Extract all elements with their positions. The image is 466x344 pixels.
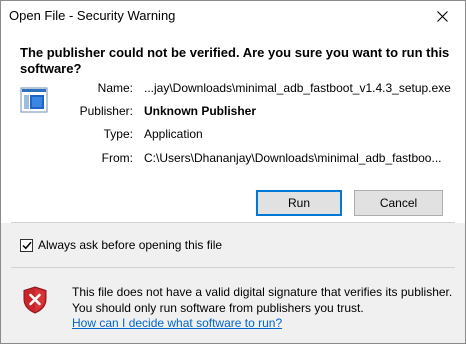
close-button[interactable] [419,1,465,31]
close-icon [436,10,448,22]
always-ask-option[interactable]: Always ask before opening this file [20,237,222,253]
separator [11,222,455,223]
title-bar: Open File - Security Warning [1,1,465,31]
type-value: Application [144,127,203,141]
run-button[interactable]: Run [256,190,342,216]
always-ask-label: Always ask before opening this file [38,238,223,252]
from-value: C:\Users\Dhananjay\Downloads\minimal_adb… [144,151,442,165]
checkmark-icon [21,241,32,249]
cancel-button[interactable]: Cancel [354,190,443,216]
content-panel: The publisher could not be verified. Are… [1,31,465,223]
name-label: Name: [97,81,133,95]
window-title: Open File - Security Warning [9,8,176,23]
name-value: ...jay\Downloads\minimal_adb_fastboot_v1… [144,81,451,95]
separator [11,267,455,268]
security-warning-dialog: Open File - Security Warning The publish… [0,0,466,344]
application-icon [20,87,50,115]
shield-warning-icon [23,286,47,314]
always-ask-checkbox[interactable] [20,238,33,252]
publisher-label: Publisher: [79,104,133,118]
help-link[interactable]: How can I decide what software to run? [72,316,282,330]
publisher-value: Unknown Publisher [144,104,257,118]
from-label: From: [101,151,133,165]
type-label: Type: [103,127,133,141]
signature-warning-message: This file does not have a valid digital … [72,285,453,315]
warning-headline: The publisher could not be verified. Are… [20,45,450,76]
